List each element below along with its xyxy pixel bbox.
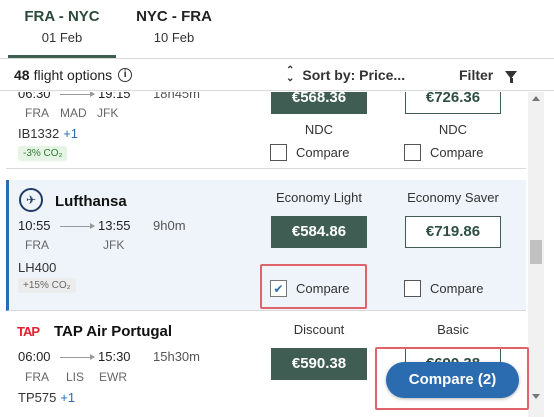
airport-destination: JFK: [103, 238, 125, 252]
flight-number: TP575 +1: [18, 390, 75, 405]
arrow-icon: [60, 92, 95, 97]
co2-badge: -3% CO₂: [18, 146, 68, 161]
airport-destination: EWR: [99, 370, 127, 384]
fare-type-label: Basic: [437, 322, 469, 337]
arrival-time: 15:30: [98, 349, 131, 364]
scroll-down-icon[interactable]: [532, 394, 540, 399]
filter-label: Filter: [459, 67, 494, 83]
options-count-number: 48: [14, 67, 30, 83]
sort-label: Sort by: Price...: [302, 67, 406, 83]
airport-destination: JFK: [97, 106, 119, 120]
sort-icon: ⌃ ⌄: [286, 65, 295, 84]
compare-checkbox[interactable]: Compare: [404, 280, 483, 297]
highlight-box: [260, 264, 367, 309]
fare-price-button[interactable]: €584.86: [271, 216, 367, 248]
fare-price-button[interactable]: €719.86: [405, 216, 501, 248]
compare-checkbox[interactable]: Compare: [270, 144, 349, 161]
more-flights-link[interactable]: +1: [63, 126, 78, 141]
departure-time: 06:30: [18, 92, 51, 101]
tab-return-route: NYC - FRA: [136, 8, 212, 25]
fare-type-label: Economy Saver: [407, 190, 499, 205]
info-icon[interactable]: i: [118, 68, 133, 82]
checkbox-icon: [270, 144, 287, 161]
flight-duration: 15h30m: [153, 349, 200, 364]
tab-outbound-route: FRA - NYC: [24, 8, 100, 25]
more-flights-link[interactable]: +1: [60, 390, 75, 405]
fare-type-label: NDC: [438, 122, 468, 137]
filter-button[interactable]: Filter: [459, 67, 518, 83]
flight-duration: 9h0m: [153, 218, 186, 233]
trip-tabs: FRA - NYC 01 Feb NYC - FRA 10 Feb: [0, 0, 554, 58]
arrow-icon: [60, 223, 95, 229]
flight-card-iberia[interactable]: 06:30 19:15 18h45m FRA MAD JFK IB1332 +1 …: [6, 92, 526, 169]
co2-badge: +15% CO₂: [18, 278, 76, 293]
options-count-label: flight options: [33, 67, 113, 83]
arrow-icon: [60, 354, 95, 360]
tab-outbound-date: 01 Feb: [41, 30, 83, 45]
results-header: 48 flight options i ⌃ ⌄ Sort by: Price...…: [0, 58, 554, 91]
fare-type-label: NDC: [304, 122, 334, 137]
departure-time: 06:00: [18, 349, 51, 364]
flight-duration: 18h45m: [153, 92, 200, 101]
fare-price-button[interactable]: €590.38: [271, 348, 367, 380]
airport-stop: LIS: [66, 370, 85, 384]
compare-checkbox[interactable]: Compare: [404, 144, 483, 161]
flight-number-code: IB1332: [18, 126, 60, 141]
compare-label: Compare: [296, 145, 350, 160]
flight-card-lufthansa[interactable]: ✈ Lufthansa 10:55 13:55 9h0m FRA JFK LH4…: [6, 180, 526, 311]
tap-logo-icon: TAP: [17, 324, 40, 339]
scrollbar-thumb[interactable]: [530, 240, 542, 264]
fare-type-label: Discount: [293, 322, 345, 337]
compare-button[interactable]: Compare (2): [386, 362, 519, 398]
airport-origin: FRA: [25, 370, 49, 384]
tab-outbound[interactable]: FRA - NYC 01 Feb: [8, 0, 116, 58]
airport-origin: FRA: [25, 106, 49, 120]
airport-origin: FRA: [25, 238, 49, 252]
flight-number-code: TP575: [18, 390, 57, 405]
fare-price-button[interactable]: €726.36: [405, 92, 501, 114]
scroll-up-icon[interactable]: [532, 96, 540, 101]
lufthansa-logo-icon: ✈: [19, 188, 43, 212]
airline-name: TAP Air Portugal: [54, 323, 173, 340]
checkbox-icon: [404, 280, 421, 297]
flight-number: LH400: [18, 260, 57, 275]
flight-options-count: 48 flight options i: [14, 67, 133, 83]
sort-button[interactable]: ⌃ ⌄ Sort by: Price...: [286, 65, 406, 84]
arrival-time: 19:15: [98, 92, 131, 101]
airline-name: Lufthansa: [55, 193, 127, 210]
departure-time: 10:55: [18, 218, 51, 233]
fare-price-button[interactable]: €568.36: [271, 92, 367, 114]
flight-number: IB1332 +1: [18, 126, 78, 141]
scrollbar[interactable]: [528, 92, 544, 417]
tab-return[interactable]: NYC - FRA 10 Feb: [116, 0, 232, 58]
filter-icon: [505, 71, 518, 83]
fare-type-label: Economy Light: [276, 190, 362, 205]
compare-label: Compare: [430, 281, 484, 296]
checkbox-icon: [404, 144, 421, 161]
tab-return-date: 10 Feb: [153, 30, 195, 45]
compare-label: Compare: [430, 145, 484, 160]
airport-stop: MAD: [60, 106, 87, 120]
arrival-time: 13:55: [98, 218, 131, 233]
